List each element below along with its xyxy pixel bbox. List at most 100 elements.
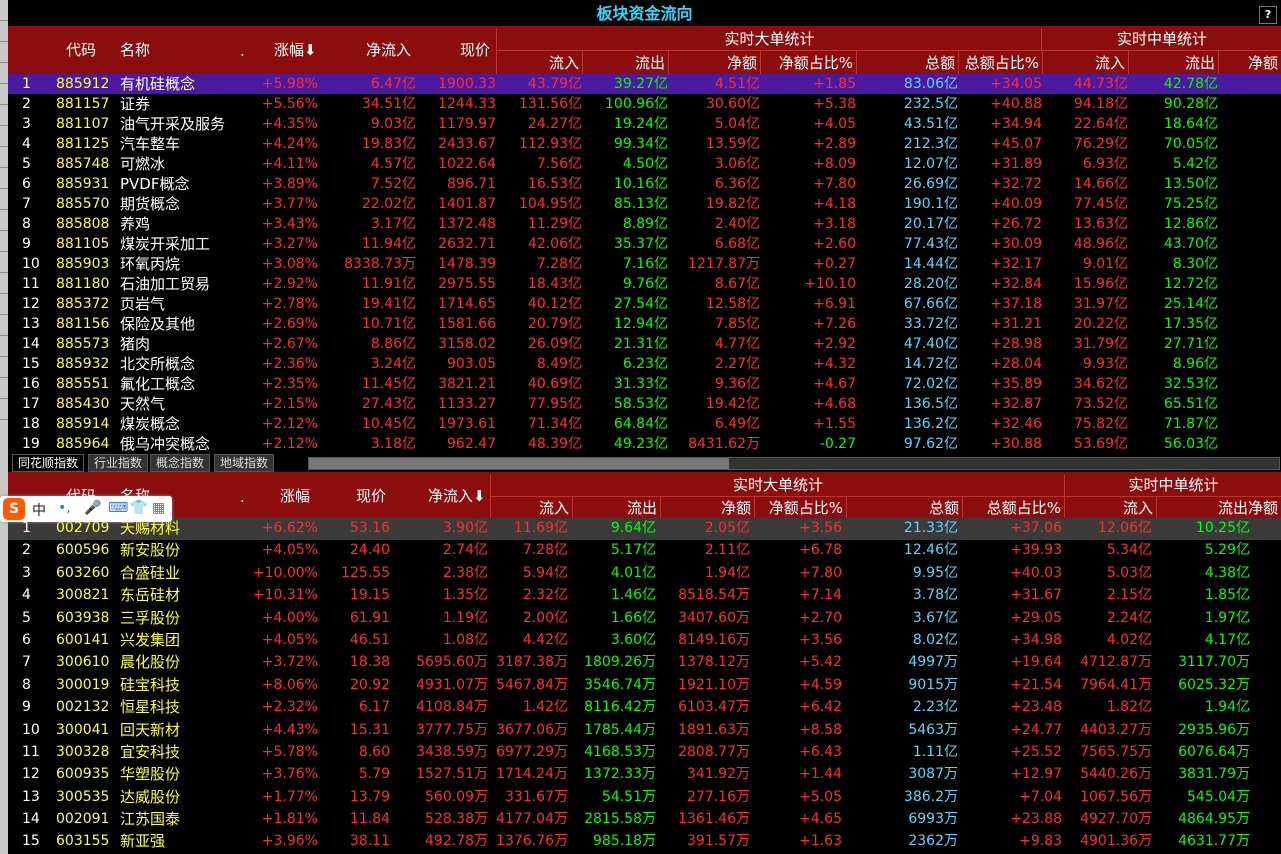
table-row[interactable]: 15 885932 北交所概念 +2.36% 3.24亿 903.05 8.49亿 6.23亿… <box>8 354 1281 374</box>
header-change[interactable]: 涨幅 <box>280 485 310 506</box>
header-price[interactable]: 现价 <box>356 485 386 506</box>
tab-industry-index[interactable]: 行业指数 <box>88 454 149 472</box>
table-row[interactable]: 6 600141 兴发集团 +4.05% 46.51 1.08亿 4.42亿 3.60亿 814… <box>8 630 1281 652</box>
big-net-pct: +2.60 <box>813 236 856 252</box>
table-row[interactable]: 3 881107 油气开采及服务 +4.35% 9.03亿 1179.97 24.27亿 19… <box>8 114 1281 134</box>
scrollbar-thumb[interactable] <box>309 458 729 469</box>
header-mid-sub-2[interactable]: 净额 <box>1218 50 1281 74</box>
table-row[interactable]: 6 885931 PVDF概念 +3.89% 7.52亿 896.71 16.53亿 10.1… <box>8 174 1281 194</box>
horizontal-scrollbar[interactable] <box>308 457 1280 470</box>
big-total: 12.46亿 <box>903 542 958 559</box>
row-index: 12 <box>22 766 40 783</box>
tab-concept-index[interactable]: 概念指数 <box>150 454 211 472</box>
header-big-sub-4[interactable]: 总额 <box>856 50 958 74</box>
net-inflow: 27.43亿 <box>361 396 416 412</box>
table-row[interactable]: 8 885808 养鸡 +3.43% 3.17亿 1372.48 11.29亿 8.89亿 2.… <box>8 214 1281 234</box>
header-big-sub-1[interactable]: 流出 <box>582 50 668 74</box>
mid-inflow: 94.18亿 <box>1073 96 1128 112</box>
tab-region-index[interactable]: 地域指数 <box>214 454 275 472</box>
stock-name: 硅宝科技 <box>120 675 181 694</box>
price: 2975.55 <box>438 276 496 292</box>
header-name[interactable]: 名称 <box>120 39 150 60</box>
header-big-sub-1[interactable]: 流出 <box>572 496 660 518</box>
big-net-pct: +2.92 <box>813 336 856 352</box>
sector-name: 期货概念 <box>120 195 181 213</box>
header-big-sub-2[interactable]: 净额 <box>668 50 760 74</box>
stock-code: 885808 <box>56 216 110 232</box>
table-row[interactable]: 8 300019 硅宝科技 +8.06% 20.92 4931.07万 5467.84万 35… <box>8 675 1281 697</box>
header-code[interactable]: 代码 <box>66 39 96 60</box>
big-net-pct: +4.65 <box>799 811 842 828</box>
table-row[interactable]: 1 002709 天赐材料 +6.62% 53.16 3.90亿 11.69亿 9.64亿 2.… <box>8 518 1281 541</box>
apps-grid-icon[interactable]: ▦ <box>152 500 165 516</box>
table-row[interactable]: 11 881180 石油加工贸易 +2.92% 11.91亿 2975.55 18.43亿 9… <box>8 274 1281 294</box>
header-big-sub-3[interactable]: 净额占比% <box>754 496 846 518</box>
table-row[interactable]: 5 603938 三孚股份 +4.00% 61.91 1.19亿 2.00亿 1.66亿 340… <box>8 608 1281 630</box>
table-row[interactable]: 9 002132 恒星科技 +2.32% 6.17 4108.84万 1.42亿 8116.4… <box>8 697 1281 719</box>
net-inflow: 4931.07万 <box>416 676 488 693</box>
table-row[interactable]: 12 600935 华塑股份 +3.76% 5.79 1527.51万 1714.24万 13… <box>8 764 1281 786</box>
big-total-pct: +37.06 <box>1010 520 1062 536</box>
header-net-inflow[interactable]: 净流入⬇ <box>428 485 486 506</box>
table-row[interactable]: 5 885748 可燃冰 +4.11% 4.57亿 1022.64 7.56亿 4.50亿 3.… <box>8 154 1281 174</box>
big-total: 212.3亿 <box>903 136 958 152</box>
table-row[interactable]: 7 300610 晨化股份 +3.72% 18.38 5695.60万 3187.38万 18… <box>8 652 1281 674</box>
table-row[interactable]: 10 885903 环氧丙烷 +3.08% 8338.73万 1478.39 7.28亿 7.… <box>8 254 1281 274</box>
header-mid-sub-1[interactable]: 流出 <box>1128 50 1218 74</box>
big-inflow: 48.39亿 <box>527 436 582 452</box>
header-big-sub-2[interactable]: 净额 <box>660 496 754 518</box>
table-row[interactable]: 2 600596 新安股份 +4.05% 24.40 2.74亿 7.28亿 5.17亿 2.1… <box>8 540 1281 562</box>
table-row[interactable]: 1 885912 有机硅概念 +5.98% 6.47亿 1900.33 43.79亿 39.2… <box>8 74 1281 94</box>
table-row[interactable]: 10 300041 回天新材 +4.43% 15.31 3777.75万 3677.06万 1… <box>8 720 1281 742</box>
ime-punct-icon[interactable]: •, <box>58 500 71 516</box>
ime-toolbar[interactable]: S 中 •, 🎤 ⌨ 👕 ▦ <box>0 496 172 522</box>
help-button[interactable]: ? <box>1259 6 1277 24</box>
left-toolbar-strip[interactable] <box>0 0 8 854</box>
ime-logo-icon[interactable]: S <box>3 498 25 520</box>
header-big-sub-5[interactable]: 总额占比% <box>962 496 1064 518</box>
big-net-pct: +2.89 <box>813 136 856 152</box>
table-row[interactable]: 15 603155 新亚强 +3.96% 38.11 492.78万 1376.76万 985… <box>8 831 1281 853</box>
mid-inflow: 4712.87万 <box>1080 654 1152 671</box>
big-net: 3.06亿 <box>714 156 760 172</box>
table-row[interactable]: 7 885570 期货概念 +3.77% 22.02亿 1401.87 104.95亿 85.… <box>8 194 1281 214</box>
header-price[interactable]: 现价 <box>460 39 490 60</box>
header-mid-sub-0[interactable]: 流入 <box>1042 50 1128 74</box>
price: 8.60 <box>358 743 390 760</box>
header-big-sub-0[interactable]: 流入 <box>496 50 582 74</box>
table-row[interactable]: 4 300821 东岳硅材 +10.31% 19.15 1.35亿 2.32亿 1.46亿 85… <box>8 585 1281 607</box>
table-row[interactable]: 11 300328 宜安科技 +5.78% 8.60 3438.59万 6977.29万 41… <box>8 742 1281 764</box>
skin-icon[interactable]: 👕 <box>130 500 147 516</box>
change-pct: +3.08% <box>261 256 318 272</box>
header-change[interactable]: 涨幅⬇ <box>274 39 317 60</box>
header-net-inflow[interactable]: 净流入 <box>366 39 411 60</box>
microphone-icon[interactable]: 🎤 <box>84 500 101 516</box>
stock-code: 885932 <box>56 356 110 372</box>
header-big-sub-0[interactable]: 流入 <box>490 496 572 518</box>
table-row[interactable]: 9 881105 煤炭开采加工 +3.27% 11.94亿 2632.71 42.06亿 35… <box>8 234 1281 254</box>
table-row[interactable]: 17 885430 天然气 +2.15% 27.43亿 1133.27 77.95亿 58.5… <box>8 394 1281 414</box>
table-row[interactable]: 14 885573 猪肉 +2.67% 8.86亿 3158.02 26.09亿 21.31亿… <box>8 334 1281 354</box>
header-mid-sub-0[interactable]: 流入 <box>1064 496 1156 518</box>
table-row[interactable]: 19 885964 俄乌冲突概念 +2.12% 3.18亿 962.47 48.39亿 49.… <box>8 434 1281 454</box>
table-row[interactable]: 13 881156 保险及其他 +2.69% 10.71亿 1581.66 20.79亿 12… <box>8 314 1281 334</box>
mid-inflow: 76.29亿 <box>1073 136 1128 152</box>
table-row[interactable]: 3 603260 合盛硅业 +10.00% 125.55 2.38亿 5.94亿 4.01亿 1… <box>8 563 1281 585</box>
table-row[interactable]: 2 881157 证券 +5.56% 34.51亿 1244.33 131.56亿 100.9… <box>8 94 1281 114</box>
big-total-pct: +32.17 <box>990 256 1042 272</box>
big-total-pct: +32.87 <box>990 396 1042 412</box>
table-row[interactable]: 14 002091 江苏国泰 +1.81% 11.84 528.38万 4177.04万 28… <box>8 809 1281 831</box>
table-row[interactable]: 18 885914 煤炭概念 +2.12% 10.45亿 1973.61 71.34亿 64.… <box>8 414 1281 434</box>
header-mid-sub-1[interactable]: 流出净额 <box>1156 496 1281 518</box>
table-row[interactable]: 16 885551 氟化工概念 +2.35% 11.45亿 3821.21 40.69亿 31… <box>8 374 1281 394</box>
keyboard-icon[interactable]: ⌨ <box>108 500 128 516</box>
header-big-sub-4[interactable]: 总额 <box>846 496 962 518</box>
table-row[interactable]: 13 300535 达威股份 +1.77% 13.79 560.09万 331.67万 54.… <box>8 787 1281 809</box>
table-row[interactable]: 12 885372 页岩气 +2.78% 19.41亿 1714.65 40.12亿 27.5… <box>8 294 1281 314</box>
ime-lang-toggle[interactable]: 中 <box>32 500 46 520</box>
net-inflow: 11.45亿 <box>361 376 416 392</box>
tab-ths-index[interactable]: 同花顺指数 <box>12 454 85 472</box>
header-big-sub-5[interactable]: 总额占比% <box>958 50 1042 74</box>
header-big-sub-3[interactable]: 净额占比% <box>760 50 856 74</box>
table-row[interactable]: 4 881125 汽车整车 +4.24% 19.83亿 2433.67 112.93亿 99.… <box>8 134 1281 154</box>
